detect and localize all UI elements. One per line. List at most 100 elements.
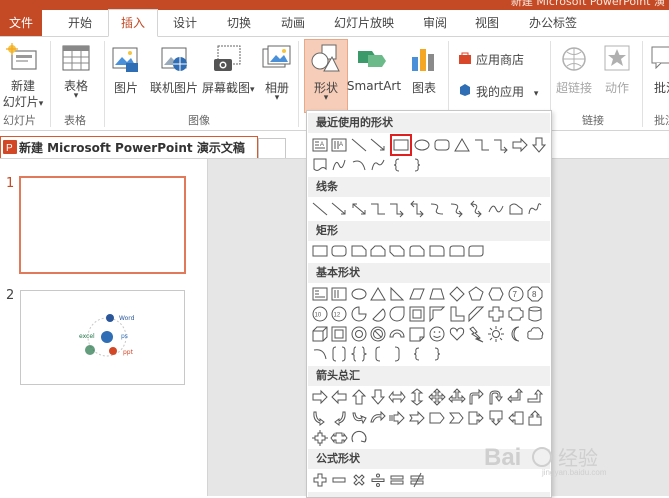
freeform-shape[interactable]: [507, 200, 525, 218]
down-arrow-shape[interactable]: [530, 136, 548, 154]
oval-shape[interactable]: [413, 136, 431, 154]
new-slide-label-1[interactable]: 新建: [8, 77, 38, 94]
snip-same-side-rectangle-shape[interactable]: [369, 242, 387, 260]
dodecagon-shape[interactable]: 12: [330, 305, 348, 323]
flowchart-document-shape[interactable]: [311, 156, 329, 174]
right-arrow-shape[interactable]: [511, 136, 529, 154]
my-apps-icon[interactable]: [458, 83, 472, 100]
rectangle-shape[interactable]: [311, 242, 329, 260]
picture-label[interactable]: 图片: [110, 79, 142, 96]
elbow-double-arrow-connector-shape[interactable]: [408, 200, 426, 218]
not-equal-sign-shape[interactable]: [408, 471, 426, 489]
notched-right-arrow-shape[interactable]: [408, 409, 426, 427]
curved-left-arrow-shape[interactable]: [330, 409, 348, 427]
tab-review[interactable]: 审阅: [412, 10, 458, 36]
tab-home[interactable]: 开始: [58, 10, 102, 36]
bevel-shape[interactable]: [330, 325, 348, 343]
down-arrow-callout-shape[interactable]: [487, 409, 505, 427]
bent-arrow-shape[interactable]: [467, 388, 485, 406]
chord-shape[interactable]: [369, 305, 387, 323]
parallelogram-shape[interactable]: [408, 285, 426, 303]
left-bracket-shape[interactable]: [369, 345, 387, 363]
oval-shape[interactable]: [350, 285, 368, 303]
chart-icon[interactable]: [410, 45, 438, 76]
right-arrow-shape[interactable]: [311, 388, 329, 406]
screenshot-icon[interactable]: [212, 45, 242, 76]
l-shape[interactable]: [448, 305, 466, 323]
triangle-shape[interactable]: [453, 136, 471, 154]
online-picture-icon[interactable]: [160, 45, 190, 76]
annotate-label[interactable]: 批注: [654, 79, 669, 96]
curved-double-arrow-connector-shape[interactable]: [467, 200, 485, 218]
snip-round-rectangle-shape[interactable]: [408, 242, 426, 260]
screenshot-label[interactable]: 屏幕截图▾: [202, 79, 255, 96]
app-store-button[interactable]: 应用商店: [476, 51, 524, 68]
curved-connector-shape[interactable]: [428, 200, 446, 218]
no-symbol-shape[interactable]: [369, 325, 387, 343]
elbow-connector-shape[interactable]: [369, 200, 387, 218]
double-bracket-shape[interactable]: [330, 345, 348, 363]
curve-shape[interactable]: [487, 200, 505, 218]
diagonal-stripe-shape[interactable]: [467, 305, 485, 323]
half-frame-shape[interactable]: [428, 305, 446, 323]
tab-view[interactable]: 视图: [464, 10, 510, 36]
circular-arrow-shape[interactable]: [350, 429, 368, 447]
chevron-down-icon[interactable]: ▾: [58, 91, 94, 101]
tab-design[interactable]: 设计: [162, 10, 208, 36]
multiply-sign-shape[interactable]: [350, 471, 368, 489]
rounded-rectangle-shape[interactable]: [433, 136, 451, 154]
left-right-arrow-shape[interactable]: [388, 388, 406, 406]
tab-slideshow[interactable]: 幻灯片放映: [326, 10, 402, 36]
left-brace-shape[interactable]: [388, 156, 406, 174]
heptagon-shape[interactable]: 7: [507, 285, 525, 303]
trapezoid-shape[interactable]: [428, 285, 446, 303]
picture-icon[interactable]: [112, 45, 140, 76]
double-brace-shape[interactable]: [350, 345, 368, 363]
line-shape[interactable]: [350, 136, 368, 154]
left-right-up-arrow-shape[interactable]: [448, 388, 466, 406]
wave-shape[interactable]: [369, 156, 387, 174]
hyperlink-icon[interactable]: [560, 45, 588, 76]
u-turn-arrow-shape[interactable]: [487, 388, 505, 406]
bent-up-arrow-shape[interactable]: [526, 388, 544, 406]
diamond-shape[interactable]: [448, 285, 466, 303]
hexagon-shape[interactable]: [487, 285, 505, 303]
pentagon-shape[interactable]: [467, 285, 485, 303]
chart-label[interactable]: 图表: [406, 79, 442, 96]
pentagon-arrow-shape[interactable]: [428, 409, 446, 427]
arrow-line-shape[interactable]: [330, 200, 348, 218]
curved-down-arrow-shape[interactable]: [369, 409, 387, 427]
tab-office-tabs[interactable]: 办公标签: [520, 10, 586, 36]
document-tab[interactable]: P 新建 Microsoft PowerPoint 演示文稿: [0, 136, 258, 159]
up-arrow-callout-shape[interactable]: [526, 409, 544, 427]
plus-sign-shape[interactable]: [311, 471, 329, 489]
curved-up-arrow-shape[interactable]: [350, 409, 368, 427]
right-triangle-shape[interactable]: [388, 285, 406, 303]
can-shape[interactable]: [526, 305, 544, 323]
moon-shape[interactable]: [507, 325, 525, 343]
tab-transitions[interactable]: 切换: [216, 10, 262, 36]
comment-icon[interactable]: [650, 45, 669, 72]
round-single-corner-rectangle-shape[interactable]: [428, 242, 446, 260]
donut-shape[interactable]: [350, 325, 368, 343]
left-right-arrow-callout-shape[interactable]: [330, 429, 348, 447]
store-icon[interactable]: [458, 51, 472, 68]
text-box-shape[interactable]: [311, 285, 329, 303]
arrow-line-shape[interactable]: [369, 136, 387, 154]
down-arrow-shape[interactable]: [369, 388, 387, 406]
frame-shape[interactable]: [408, 305, 426, 323]
snip-single-corner-rectangle-shape[interactable]: [350, 242, 368, 260]
decagon-shape[interactable]: 10: [311, 305, 329, 323]
quad-arrow-callout-shape[interactable]: [311, 429, 329, 447]
new-slide-icon[interactable]: [6, 43, 38, 76]
new-document-tab-button[interactable]: [258, 138, 286, 159]
my-apps-button[interactable]: 我的应用 ▾: [476, 83, 538, 100]
quad-arrow-shape[interactable]: [428, 388, 446, 406]
striped-right-arrow-shape[interactable]: [388, 409, 406, 427]
lightning-bolt-shape[interactable]: [467, 325, 485, 343]
up-down-arrow-shape[interactable]: [408, 388, 426, 406]
triangle-shape[interactable]: [369, 285, 387, 303]
line-shape[interactable]: [311, 200, 329, 218]
curve-shape[interactable]: [330, 156, 348, 174]
octagon-shape[interactable]: 8: [526, 285, 544, 303]
